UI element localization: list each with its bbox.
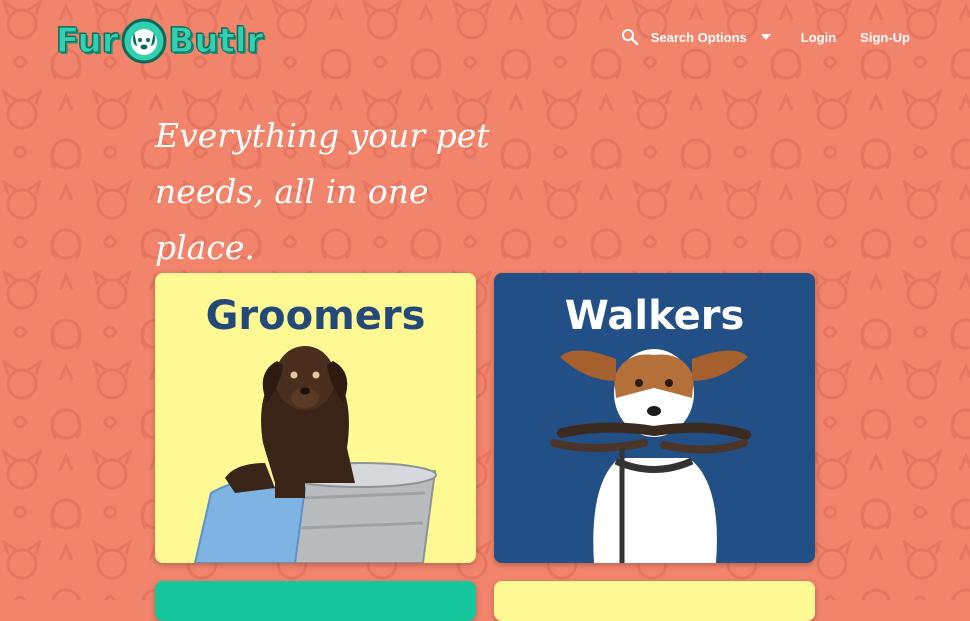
search-icon[interactable] — [621, 28, 639, 46]
hero-headline: Everything your pet needs, all in one pl… — [155, 108, 515, 276]
groomers-card[interactable]: Groomers — [155, 273, 476, 563]
service-card-3[interactable] — [155, 581, 476, 621]
signup-link[interactable]: Sign-Up — [860, 30, 910, 45]
groomers-title: Groomers — [205, 293, 426, 339]
search-options-label[interactable]: Search Options — [651, 30, 747, 45]
walkers-card[interactable]: Walkers — [494, 273, 815, 563]
brand-logo[interactable]: Fur Butlr — [56, 16, 264, 66]
walkers-title: Walkers — [564, 293, 745, 339]
service-card-4[interactable] — [494, 581, 815, 621]
hero-line-1: Everything your pet — [155, 116, 490, 155]
dog-face-icon — [121, 18, 167, 64]
top-nav: Search Options Login Sign-Up — [621, 26, 910, 48]
brand-name-right: Butlr — [168, 21, 264, 62]
login-link[interactable]: Login — [801, 30, 836, 45]
brand-name-left: Fur — [56, 21, 120, 62]
pet-pattern-background — [0, 0, 970, 600]
caret-down-icon[interactable] — [760, 34, 771, 40]
hero-line-2: needs, all in one place. — [155, 172, 429, 267]
